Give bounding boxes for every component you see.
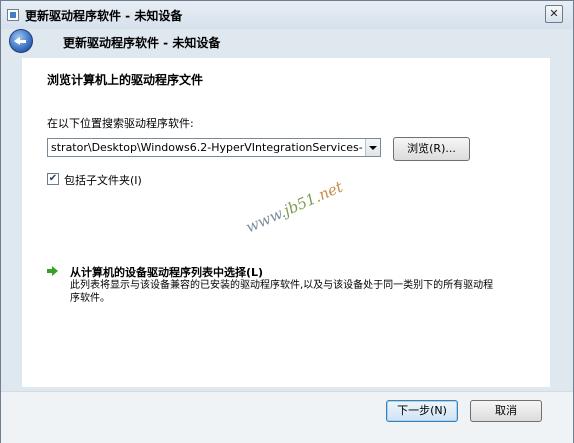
pick-from-list-description: 此列表将显示与该设备兼容的已安装的驱动程序软件,以及与该设备处于同一类别下的所有… xyxy=(70,280,494,304)
wizard-window: 更新驱动程序软件 - 未知设备 ✕ 更新驱动程序软件 - 未知设备 浏览计算机上… xyxy=(0,0,574,443)
path-combobox[interactable]: strator\Desktop\Windows6.2-HyperVIntegra… xyxy=(47,138,381,157)
green-arrow-icon xyxy=(47,266,59,276)
title-bar[interactable]: 更新驱动程序软件 - 未知设备 ✕ xyxy=(1,1,573,29)
watermark: www.jb51.net xyxy=(243,178,346,237)
include-subfolders-checkbox[interactable]: ✔ xyxy=(47,173,59,185)
nav-bar: 更新驱动程序软件 - 未知设备 xyxy=(1,29,573,55)
page-heading: 浏览计算机上的驱动程序文件 xyxy=(47,73,204,87)
watermark-part-3: .net xyxy=(311,177,346,206)
pick-from-list-title[interactable]: 从计算机的设备驱动程序列表中选择(L) xyxy=(70,264,263,280)
app-icon xyxy=(7,9,19,21)
cancel-button[interactable]: 取消 xyxy=(470,400,542,422)
wizard-title: 更新驱动程序软件 - 未知设备 xyxy=(63,36,221,50)
chevron-down-icon[interactable] xyxy=(365,139,380,156)
content-panel: 浏览计算机上的驱动程序文件 在以下位置搜索驱动程序软件: strator\Des… xyxy=(22,58,550,387)
back-arrow-icon[interactable] xyxy=(9,29,33,53)
browse-button[interactable]: 浏览(R)... xyxy=(393,137,470,161)
next-button[interactable]: 下一步(N) xyxy=(386,400,458,422)
watermark-part-1: www. xyxy=(243,203,289,237)
search-location-label: 在以下位置搜索驱动程序软件: xyxy=(47,117,194,130)
path-input[interactable]: strator\Desktop\Windows6.2-HyperVIntegra… xyxy=(51,141,363,154)
button-bar: 下一步(N) 取消 xyxy=(1,391,573,443)
window-title: 更新驱动程序软件 - 未知设备 xyxy=(25,9,183,23)
close-button[interactable]: ✕ xyxy=(545,5,563,23)
include-subfolders-label[interactable]: 包括子文件夹(I) xyxy=(64,172,142,188)
